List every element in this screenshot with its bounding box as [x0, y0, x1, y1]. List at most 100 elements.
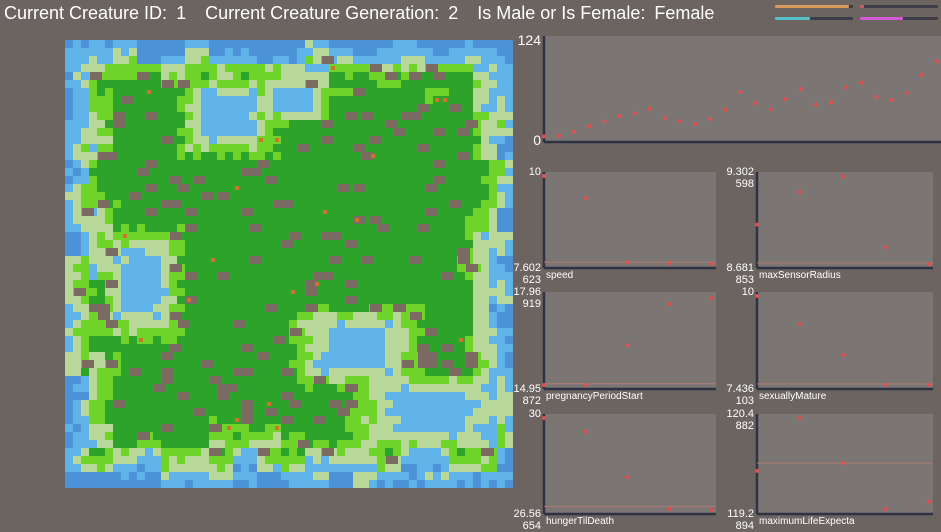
- rock-tile: [386, 120, 398, 128]
- data-point: [584, 382, 588, 387]
- chart-svg: [542, 414, 716, 516]
- rock-tile: [418, 224, 430, 232]
- creature-sex-label: Is Male or Is Female:: [477, 3, 646, 23]
- data-point: [584, 196, 588, 201]
- rock-tile: [210, 376, 222, 384]
- rock-tile: [98, 200, 110, 208]
- chart-title: hungerTilDeath: [546, 516, 615, 527]
- food-item: [275, 426, 279, 430]
- creature-sex-value: Female: [654, 3, 715, 23]
- food-item: [187, 298, 191, 302]
- rock-tile: [242, 344, 254, 352]
- rock-tile: [162, 136, 174, 144]
- y-max-label: 9.302 598: [726, 166, 754, 190]
- data-point: [647, 106, 652, 111]
- rock-tile: [362, 256, 374, 264]
- rock-tile: [402, 360, 414, 368]
- rock-tile: [106, 280, 118, 288]
- rock-tile: [482, 448, 494, 456]
- creature-id-value: 1: [176, 3, 187, 23]
- rock-tile: [378, 224, 390, 232]
- data-point: [755, 468, 759, 473]
- rock-tile: [242, 400, 254, 408]
- data-point: [755, 294, 759, 298]
- rock-tile: [266, 408, 278, 416]
- world-map-canvas[interactable]: [65, 40, 513, 488]
- data-point: [783, 97, 788, 102]
- data-point: [587, 124, 592, 129]
- rock-tile: [426, 352, 438, 360]
- rock-tile: [306, 80, 318, 88]
- data-point: [841, 461, 845, 466]
- rock-tile: [202, 192, 214, 200]
- data-point: [935, 59, 939, 64]
- rock-tile: [290, 232, 302, 240]
- rock-tile: [410, 72, 422, 80]
- chart-title: maxSensorRadius: [759, 270, 841, 281]
- y-max-label: 30: [528, 408, 541, 420]
- food-item: [315, 282, 319, 286]
- rock-tile: [202, 360, 214, 368]
- rock-tile: [426, 360, 438, 368]
- data-point: [668, 507, 672, 512]
- data-point: [668, 301, 672, 306]
- rock-tile: [322, 448, 334, 456]
- rock-tile: [346, 240, 358, 248]
- world-map[interactable]: [65, 40, 513, 488]
- rock-tile: [386, 72, 398, 80]
- rock-tile: [194, 176, 206, 184]
- rock-tile: [418, 344, 430, 352]
- data-point: [617, 113, 622, 118]
- data-point: [798, 416, 802, 420]
- rock-tile: [226, 384, 238, 392]
- data-point: [584, 429, 588, 434]
- y-max-label: 124: [517, 32, 541, 48]
- rock-tile: [458, 128, 470, 136]
- rock-tile: [282, 240, 294, 248]
- rock-tile: [218, 272, 230, 280]
- data-point: [710, 261, 714, 266]
- data-point: [602, 119, 607, 124]
- rock-tile: [290, 400, 302, 408]
- data-point: [798, 87, 803, 91]
- rock-tile: [426, 184, 438, 192]
- rock-tile: [298, 440, 310, 448]
- rock-tile: [154, 384, 166, 392]
- rock-tile: [170, 232, 182, 240]
- rock-tile: [330, 400, 342, 408]
- rock-tile: [114, 400, 126, 408]
- rock-tile: [394, 128, 406, 136]
- rock-tile: [434, 128, 446, 136]
- data-point: [710, 507, 714, 512]
- rock-tile: [162, 424, 174, 432]
- rock-tile: [426, 208, 438, 216]
- rock-tile: [434, 72, 446, 80]
- data-point: [841, 353, 845, 358]
- chart-title: speed: [546, 270, 574, 281]
- rock-tile: [458, 256, 470, 264]
- rock-tile: [98, 304, 110, 312]
- rock-tile: [418, 144, 430, 152]
- rock-tile: [138, 168, 150, 176]
- rock-tile: [106, 320, 118, 328]
- food-item: [259, 138, 263, 142]
- rock-tile: [314, 376, 326, 384]
- rock-tile: [274, 336, 286, 344]
- rock-tile: [138, 72, 150, 80]
- y-max-label: 120.4 882: [726, 408, 754, 432]
- food-item: [443, 98, 447, 102]
- data-point: [919, 72, 924, 77]
- rock-tile: [146, 184, 158, 192]
- data-point: [884, 382, 888, 387]
- rock-tile: [258, 352, 270, 360]
- rock-tile: [146, 160, 158, 168]
- rock-tile: [242, 416, 254, 424]
- rock-tile: [106, 248, 118, 256]
- data-point: [927, 499, 931, 504]
- rock-tile: [218, 192, 230, 200]
- rock-tile: [114, 112, 126, 120]
- rock-tile: [178, 184, 190, 192]
- rock-tile: [170, 200, 182, 208]
- food-item: [211, 258, 215, 262]
- rock-tile: [306, 288, 318, 296]
